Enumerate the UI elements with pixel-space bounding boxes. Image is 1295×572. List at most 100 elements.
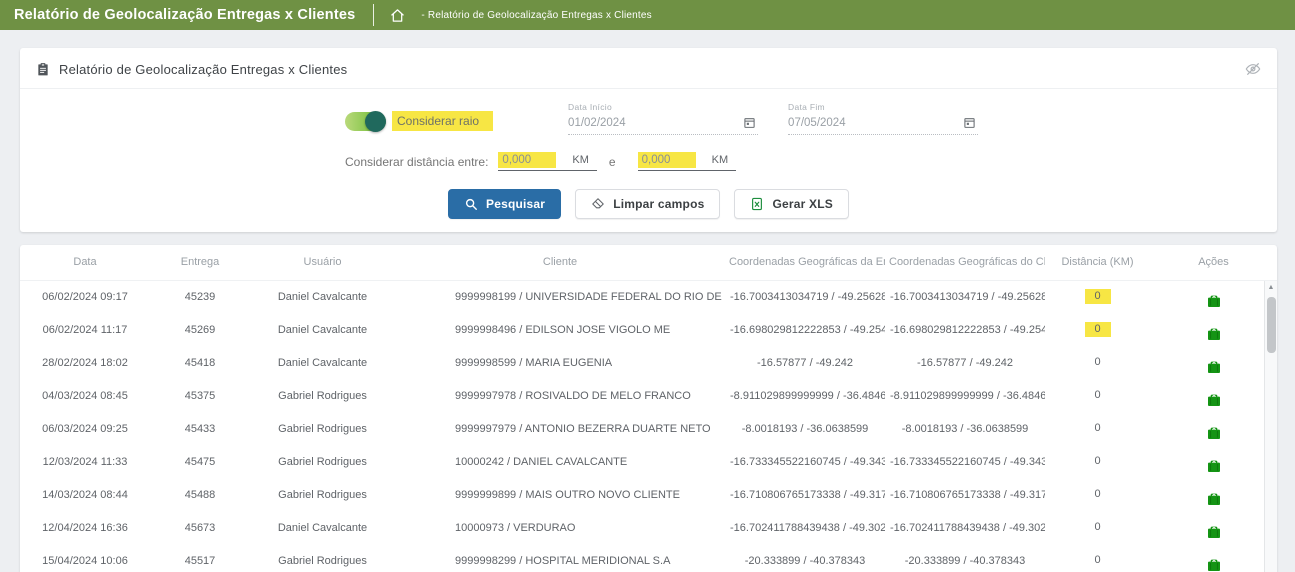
column-header-acoes: Ações (1150, 245, 1277, 280)
cell-distancia: 0 (1045, 346, 1150, 379)
date-end-field[interactable]: Data Fim 07/05/2024 (788, 102, 978, 135)
considerar-raio-label: Considerar raio (392, 111, 493, 131)
scroll-up-icon[interactable]: ▲ (1265, 281, 1277, 294)
briefcase-icon[interactable] (1206, 491, 1222, 507)
table-row: 12/04/2024 16:3645673Daniel Cavalcante10… (20, 511, 1277, 544)
briefcase-icon[interactable] (1206, 392, 1222, 408)
search-button-label: Pesquisar (486, 197, 545, 211)
cell-coordEntrega: -8.0018193 / -36.0638599 (725, 412, 885, 445)
briefcase-icon[interactable] (1206, 293, 1222, 309)
column-header-cliente: Cliente (395, 245, 725, 280)
cell-entrega: 45269 (150, 313, 250, 346)
distance-value: 0 (1085, 454, 1111, 469)
cell-coordEntrega: -8.911029899999999 / -36.48462 (725, 379, 885, 412)
distance-value: 0 (1085, 520, 1111, 535)
cell-distancia: 0 (1045, 379, 1150, 412)
cell-acoes (1150, 412, 1277, 445)
distance-to-input[interactable] (638, 152, 696, 168)
calendar-icon[interactable] (963, 116, 976, 129)
filter-row-buttons: Pesquisar Limpar campos Gerar XLS (20, 189, 1277, 219)
breadcrumb: - Relatório de Geolocalização Entregas x… (421, 10, 651, 21)
distance-from-input[interactable] (498, 152, 556, 168)
table-header-row: DataEntregaUsuárioClienteCoordenadas Geo… (20, 245, 1277, 280)
toggle-group: Considerar raio (345, 111, 493, 131)
cell-distancia: 0 (1045, 445, 1150, 478)
cell-coordEntrega: -16.698029812222853 / -49.2549 (725, 313, 885, 346)
cell-acoes (1150, 445, 1277, 478)
cell-usuario: Daniel Cavalcante (250, 346, 395, 379)
scrollbar-thumb[interactable] (1267, 297, 1276, 353)
considerar-raio-toggle[interactable] (345, 112, 386, 131)
search-button[interactable]: Pesquisar (448, 189, 561, 219)
column-header-usuario: Usuário (250, 245, 395, 280)
distance-value: 0 (1085, 289, 1111, 304)
filter-card-title: Relatório de Geolocalização Entregas x C… (59, 62, 347, 77)
home-icon[interactable] (390, 8, 405, 23)
eye-slash-icon[interactable] (1245, 61, 1261, 77)
cell-coordCliente: -16.733345522160745 / -49.343478 (885, 445, 1045, 478)
generate-xls-button[interactable]: Gerar XLS (734, 189, 849, 219)
briefcase-icon[interactable] (1206, 425, 1222, 441)
date-start-field[interactable]: Data Início 01/02/2024 (568, 102, 758, 135)
cell-distancia: 0 (1045, 412, 1150, 445)
cell-usuario: Daniel Cavalcante (250, 511, 395, 544)
distance-from-unit: KM (572, 154, 589, 166)
date-start-label: Data Início (568, 102, 758, 112)
cell-coordEntrega: -16.710806765173338 / -49.31778 (725, 478, 885, 511)
distance-value: 0 (1085, 487, 1111, 502)
cell-distancia: 0 (1045, 313, 1150, 346)
distance-to-group: KM (638, 152, 737, 171)
cell-usuario: Gabriel Rodrigues (250, 478, 395, 511)
distance-value: 0 (1085, 553, 1111, 568)
table-row: 06/02/2024 09:1745239Daniel Cavalcante99… (20, 280, 1277, 313)
cell-coordCliente: -16.702411788439438 / -49.302181 (885, 511, 1045, 544)
briefcase-icon[interactable] (1206, 557, 1222, 572)
briefcase-icon[interactable] (1206, 326, 1222, 342)
clear-fields-button-label: Limpar campos (613, 197, 704, 211)
cell-data: 06/02/2024 09:17 (20, 280, 150, 313)
date-end-label: Data Fim (788, 102, 978, 112)
topbar-divider (373, 4, 374, 26)
results-table-card: DataEntregaUsuárioClienteCoordenadas Geo… (20, 245, 1277, 572)
table-scrollbar[interactable]: ▲ (1264, 281, 1277, 572)
column-header-data: Data (20, 245, 150, 280)
cell-cliente: 10000242 / DANIEL CAVALCANTE (395, 445, 725, 478)
cell-usuario: Gabriel Rodrigues (250, 544, 395, 572)
cell-acoes (1150, 544, 1277, 572)
topbar: Relatório de Geolocalização Entregas x C… (0, 0, 1295, 30)
briefcase-icon[interactable] (1206, 458, 1222, 474)
column-header-coordEntrega: Coordenadas Geográficas da Entrega (725, 245, 885, 280)
calendar-icon[interactable] (743, 116, 756, 129)
cell-distancia: 0 (1045, 280, 1150, 313)
cell-cliente: 9999998599 / MARIA EUGENIA (395, 346, 725, 379)
filter-card: Relatório de Geolocalização Entregas x C… (20, 48, 1277, 232)
cell-cliente: 9999997979 / ANTONIO BEZERRA DUARTE NETO (395, 412, 725, 445)
cell-data: 12/04/2024 16:36 (20, 511, 150, 544)
cell-entrega: 45673 (150, 511, 250, 544)
cell-acoes (1150, 511, 1277, 544)
cell-entrega: 45475 (150, 445, 250, 478)
cell-data: 14/03/2024 08:44 (20, 478, 150, 511)
clear-fields-button[interactable]: Limpar campos (575, 189, 720, 219)
cell-data: 06/03/2024 09:25 (20, 412, 150, 445)
cell-cliente: 9999998299 / HOSPITAL MERIDIONAL S.A (395, 544, 725, 572)
briefcase-icon[interactable] (1206, 359, 1222, 375)
table-row: 06/02/2024 11:1745269Daniel Cavalcante99… (20, 313, 1277, 346)
cell-acoes (1150, 379, 1277, 412)
table-row: 12/03/2024 11:3345475Gabriel Rodrigues10… (20, 445, 1277, 478)
cell-coordEntrega: -16.702411788439438 / -49.30218 (725, 511, 885, 544)
cell-entrega: 45375 (150, 379, 250, 412)
cell-coordCliente: -8.911029899999999 / -36.4846211 (885, 379, 1045, 412)
date-start-value: 01/02/2024 (568, 117, 626, 129)
cell-data: 15/04/2024 10:06 (20, 544, 150, 572)
cell-coordCliente: -16.698029812222853 / -49.25490 (885, 313, 1045, 346)
cell-coordEntrega: -20.333899 / -40.378343 (725, 544, 885, 572)
distance-from-group: KM (498, 152, 597, 171)
cell-coordCliente: -16.57877 / -49.242 (885, 346, 1045, 379)
distance-label: Considerar distância entre: (345, 155, 488, 169)
cell-entrega: 45239 (150, 280, 250, 313)
briefcase-icon[interactable] (1206, 524, 1222, 540)
page-title: Relatório de Geolocalização Entregas x C… (14, 7, 355, 23)
distance-value: 0 (1085, 322, 1111, 337)
table-row: 14/03/2024 08:4445488Gabriel Rodrigues99… (20, 478, 1277, 511)
